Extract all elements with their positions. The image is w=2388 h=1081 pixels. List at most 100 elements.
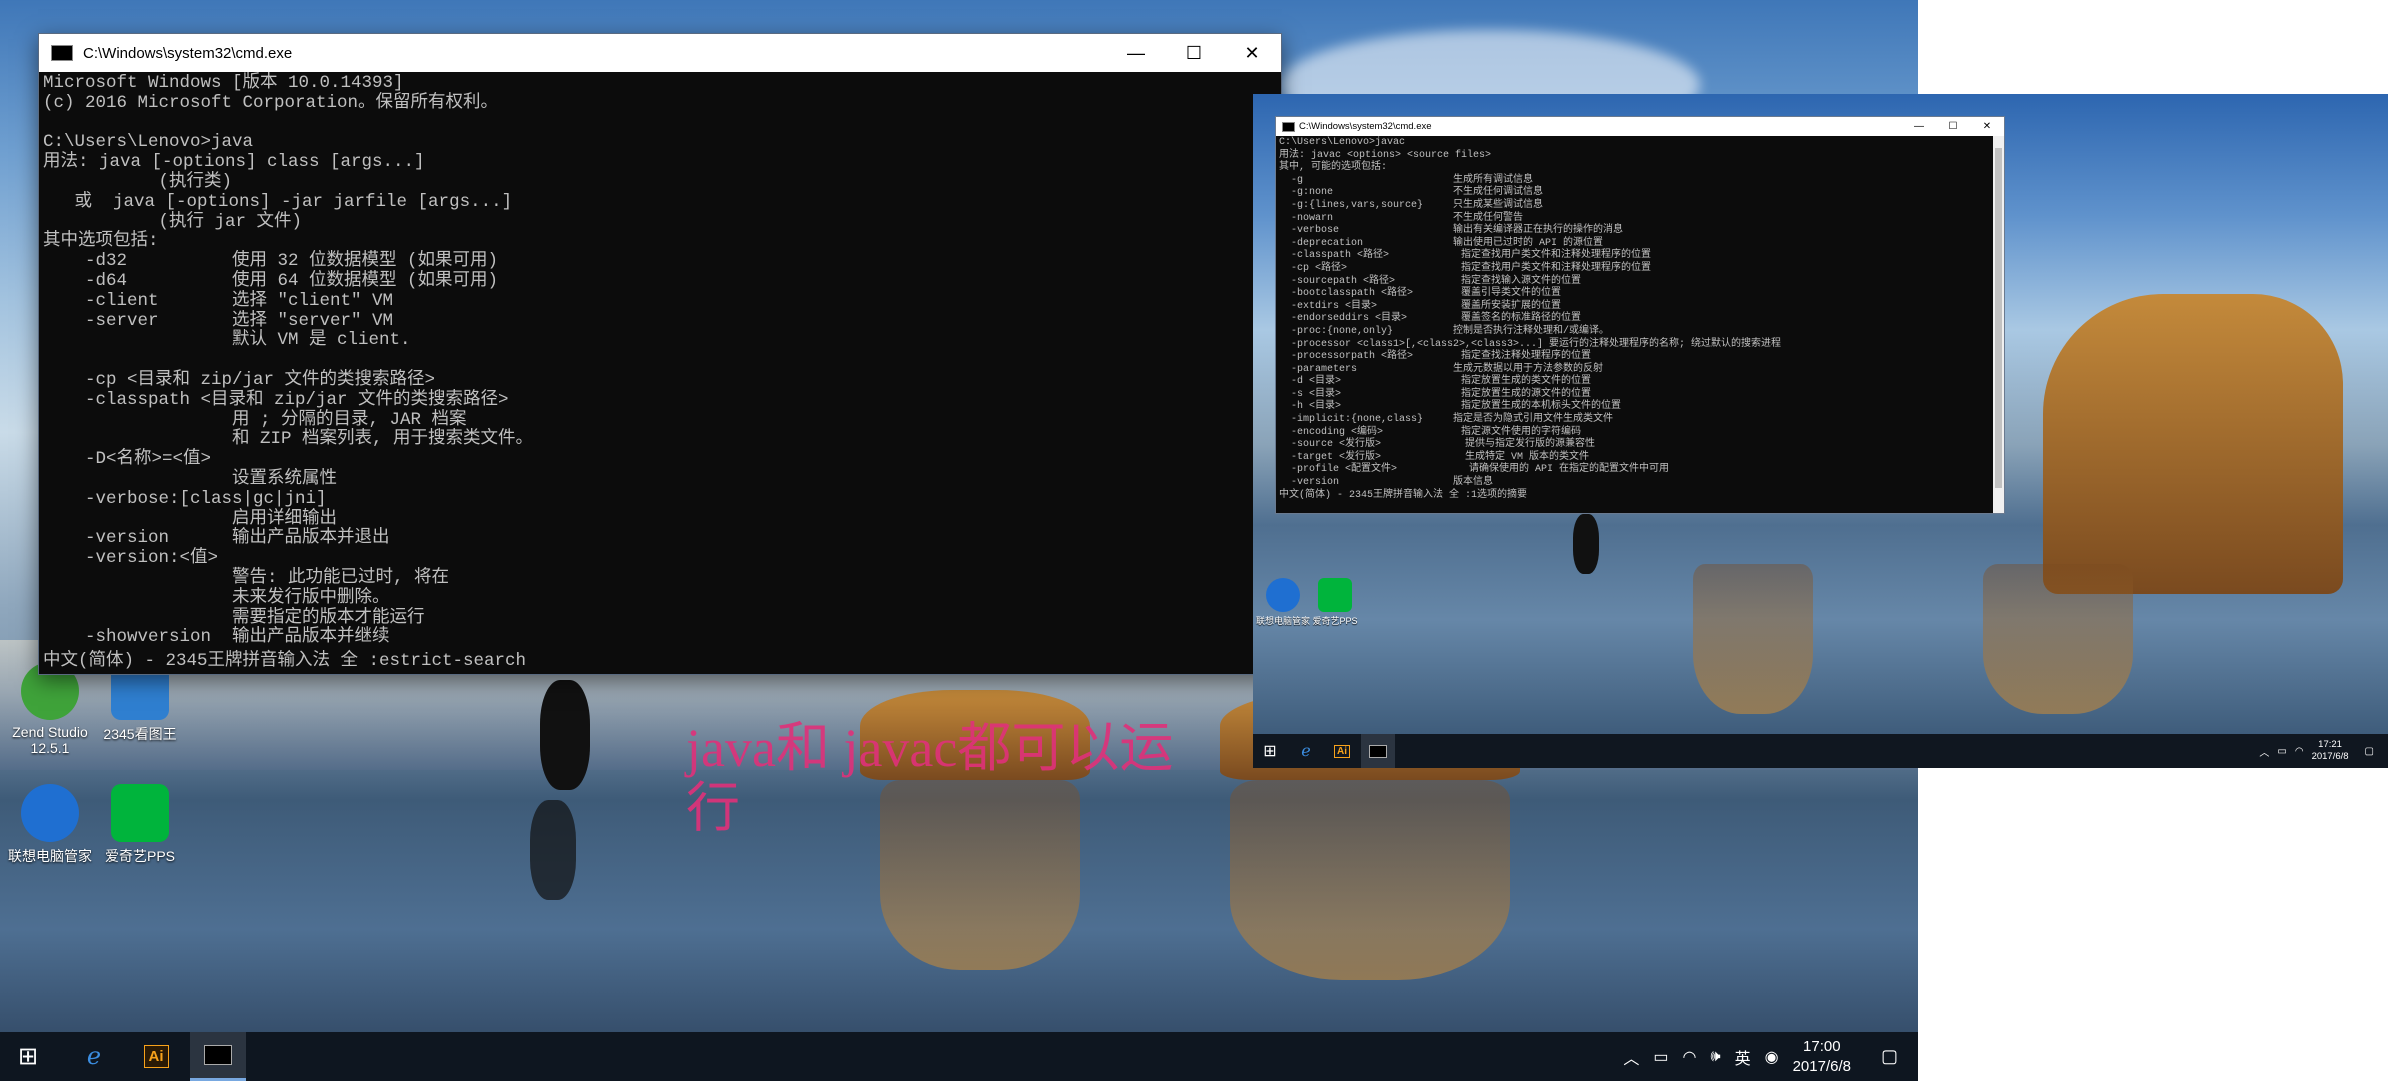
console-line: -proc:{none,only} 控制是否执行注释处理和/或编译。 bbox=[1279, 325, 1610, 337]
windows-start-icon: ⊞ bbox=[17, 1043, 39, 1070]
title-bar[interactable]: C:\Windows\system32\cmd.exe — ☐ ✕ bbox=[1276, 117, 2004, 136]
edge-icon: ℯ bbox=[1301, 743, 1311, 760]
console-line: 未来发行版中删除。 bbox=[43, 587, 390, 608]
maximize-button[interactable]: ☐ bbox=[1165, 34, 1223, 72]
console-output[interactable]: C:\Users\Lenovo>javac 用法: javac <options>… bbox=[1276, 136, 2004, 502]
network-icon[interactable]: ◠ bbox=[2295, 746, 2304, 757]
notification-icon[interactable]: ▢ bbox=[1881, 1046, 1898, 1067]
desktop-icon-label: 2345看图王 bbox=[103, 726, 177, 742]
console-line: Microsoft Windows [版本 10.0.14393] bbox=[43, 73, 404, 93]
console-line: -g 生成所有调试信息 bbox=[1279, 174, 1534, 186]
taskbar-illustrator[interactable]: Ai bbox=[128, 1032, 184, 1081]
console-line: -client 选择 "client" VM bbox=[43, 290, 394, 311]
close-button[interactable]: ✕ bbox=[1970, 117, 2004, 136]
edge-icon: ℯ bbox=[86, 1043, 102, 1070]
runner-reflection bbox=[530, 800, 576, 900]
runner-silhouette bbox=[540, 680, 590, 790]
taskbar-edge[interactable]: ℯ bbox=[66, 1032, 122, 1081]
scrollbar-thumb[interactable] bbox=[1995, 148, 2002, 488]
desktop-icon-zend-studio[interactable]: Zend Studio 12.5.1 bbox=[0, 662, 100, 756]
console-line: C:\Users\Lenovo>javac bbox=[1279, 137, 1406, 148]
lenovo-manager-icon bbox=[1266, 578, 1300, 612]
console-line: 用法: java [-options] class [args...] bbox=[43, 152, 425, 173]
window-title: C:\Windows\system32\cmd.exe bbox=[1299, 121, 1432, 132]
taskbar-illustrator[interactable]: Ai bbox=[1325, 734, 1359, 768]
taskbar: ⊞ ℯ Ai ︿ ▭ ◠ 🕪 英 ◉ 17:00 2017/6/8 ▢ bbox=[0, 1032, 1918, 1081]
console-line: -endorseddirs <目录> 覆盖签名的标准路径的位置 bbox=[1279, 313, 1582, 325]
iqiyi-icon bbox=[111, 784, 169, 842]
console-line: -extdirs <目录> 覆盖所安装扩展的位置 bbox=[1279, 300, 1562, 312]
console-line: -deprecation 输出使用已过时的 API 的源位置 bbox=[1279, 237, 1604, 249]
windows-start-icon: ⊞ bbox=[1263, 743, 1277, 760]
maximize-button[interactable]: ☐ bbox=[1936, 117, 1970, 136]
clock-date: 2017/6/8 bbox=[1792, 1057, 1851, 1075]
start-button[interactable]: ⊞ bbox=[0, 1032, 56, 1081]
desktop-icon-label: 爱奇艺PPS bbox=[1312, 616, 1358, 626]
clock-time: 17:00 bbox=[1803, 1037, 1841, 1055]
security-shield-icon[interactable]: ◉ bbox=[1765, 1047, 1779, 1067]
clock[interactable]: 17:00 2017/6/8 bbox=[1793, 1037, 1851, 1077]
console-line: -version 输出产品版本并退出 bbox=[43, 528, 390, 549]
illustrator-icon: Ai bbox=[143, 1045, 169, 1068]
taskbar-cmd[interactable] bbox=[1361, 734, 1395, 768]
lenovo-manager-icon bbox=[21, 784, 79, 842]
console-line: -d <目录> 指定放置生成的类文件的位置 bbox=[1279, 376, 1592, 388]
volume-icon[interactable]: 🕪 bbox=[1711, 1048, 1721, 1066]
battery-icon[interactable]: ▭ bbox=[2277, 746, 2286, 757]
desktop-icon-lenovo-manager[interactable]: 联想电脑管家 bbox=[0, 784, 100, 866]
console-line: 默认 VM 是 client. bbox=[43, 330, 411, 351]
chevron-up-icon[interactable]: ︿ bbox=[2259, 744, 2269, 759]
console-line: 和 ZIP 档案列表, 用于搜索类文件。 bbox=[43, 429, 534, 450]
window-title: C:\Windows\system32\cmd.exe bbox=[83, 44, 293, 62]
console-output[interactable]: Microsoft Windows [版本 10.0.14393] (c) 201… bbox=[39, 72, 1281, 648]
clock-date: 2017/6/8 bbox=[2311, 751, 2349, 762]
desktop-icon-lenovo-manager[interactable]: 联想电脑管家 bbox=[1253, 578, 1313, 627]
console-line: (执行类) bbox=[43, 171, 233, 192]
annotation-text: java和 javac都可以运行 bbox=[686, 718, 1174, 838]
desktop-icon-iqiyi[interactable]: 爱奇艺PPS bbox=[90, 784, 190, 866]
console-line: 或 java [-options] -jar jarfile [args...] bbox=[43, 191, 513, 212]
cmd-icon bbox=[1282, 121, 1295, 132]
desktop-icon-iqiyi[interactable]: 爱奇艺PPS bbox=[1305, 578, 1365, 627]
console-line: -sourcepath <路径> 指定查找输入源文件的位置 bbox=[1279, 275, 1582, 287]
console-line: -encoding <编码> 指定源文件使用的字符编码 bbox=[1279, 426, 1582, 438]
console-line: 需要指定的版本才能运行 bbox=[43, 607, 425, 628]
scrollbar[interactable] bbox=[1993, 136, 2004, 513]
console-line: -parameters 生成元数据以用于方法参数的反射 bbox=[1279, 363, 1604, 375]
cmd-window-javac[interactable]: C:\Windows\system32\cmd.exe — ☐ ✕ C:\Use… bbox=[1275, 116, 2005, 514]
taskbar-cmd[interactable] bbox=[190, 1032, 246, 1081]
desktop-icon-label: 联想电脑管家 bbox=[8, 848, 92, 864]
minimize-icon: — bbox=[1127, 42, 1145, 63]
console-line: -processor <class1>[,<class2>,<class3>..… bbox=[1279, 338, 1782, 350]
console-line: -cp <路径> 指定查找用户类文件和注释处理程序的位置 bbox=[1279, 262, 1652, 274]
rock-reflection bbox=[1230, 780, 1510, 980]
chevron-up-icon[interactable]: ︿ bbox=[1623, 1045, 1639, 1069]
battery-icon[interactable]: ▭ bbox=[1653, 1047, 1668, 1067]
start-button[interactable]: ⊞ bbox=[1253, 734, 1287, 768]
clock-time: 17:21 bbox=[2318, 739, 2342, 750]
minimize-icon: — bbox=[1914, 121, 1924, 132]
console-line: -version 版本信息 bbox=[1279, 477, 1494, 489]
cmd-icon bbox=[1369, 744, 1387, 758]
wifi-icon[interactable]: ◠ bbox=[1683, 1047, 1697, 1067]
console-line: (执行 jar 文件) bbox=[43, 211, 303, 232]
clock[interactable]: 17:21 2017/6/8 bbox=[2312, 739, 2349, 763]
taskbar-edge[interactable]: ℯ bbox=[1289, 734, 1323, 768]
console-line: -s <目录> 指定放置生成的源文件的位置 bbox=[1279, 388, 1592, 400]
notification-icon[interactable]: ▢ bbox=[2365, 746, 2374, 757]
title-bar[interactable]: C:\Windows\system32\cmd.exe — ☐ ✕ bbox=[39, 34, 1281, 72]
ime-lang-indicator[interactable]: 英 bbox=[1735, 1045, 1751, 1069]
system-tray: ︿ ▭ ◠ 🕪 英 ◉ 17:00 2017/6/8 ▢ bbox=[1623, 1032, 1898, 1081]
cmd-icon bbox=[204, 1045, 232, 1065]
cmd-window[interactable]: C:\Windows\system32\cmd.exe — ☐ ✕ Micros… bbox=[38, 33, 1282, 675]
minimize-button[interactable]: — bbox=[1902, 117, 1936, 136]
close-button[interactable]: ✕ bbox=[1223, 34, 1281, 72]
console-line: -nowarn 不生成任何警告 bbox=[1279, 212, 1524, 224]
rock-reflection bbox=[1693, 564, 1813, 714]
console-line: -verbose:[class|gc|jni] bbox=[43, 488, 327, 509]
console-line: -D<名称>=<值> bbox=[43, 449, 212, 470]
minimize-button[interactable]: — bbox=[1107, 34, 1165, 72]
console-line: 中文(简体) - 2345王牌拼音输入法 全 :1选项的摘要 bbox=[1279, 489, 1528, 501]
